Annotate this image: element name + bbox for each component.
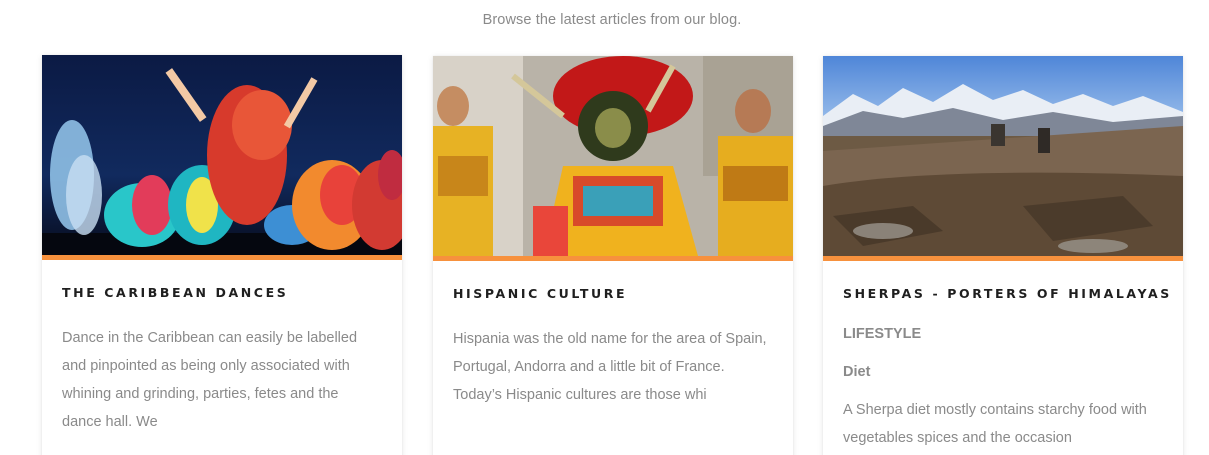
blog-card-caribbean-dances: THE CARIBBEAN DANCES Dance in the Caribb… bbox=[42, 55, 402, 455]
caribbean-dancers-image[interactable] bbox=[42, 55, 402, 255]
post-title-link[interactable]: SHERPAS - PORTERS OF HIMALAYAS bbox=[843, 286, 1169, 301]
card-body: SHERPAS - PORTERS OF HIMALAYAS LIFESTYLE… bbox=[823, 261, 1183, 452]
card-body: THE CARIBBEAN DANCES Dance in the Caribb… bbox=[42, 260, 402, 436]
blog-intro-text: Browse the latest articles from our blog… bbox=[482, 12, 742, 28]
masked-festival-dancer-image[interactable] bbox=[433, 56, 793, 256]
blog-card-sherpas: SHERPAS - PORTERS OF HIMALAYAS LIFESTYLE… bbox=[823, 56, 1183, 455]
himalaya-mountains-image[interactable] bbox=[823, 56, 1183, 256]
post-subsection-heading: Diet bbox=[843, 364, 871, 380]
post-excerpt: Dance in the Caribbean can easily be lab… bbox=[62, 330, 358, 430]
card-body: HISPANIC CULTURE Hispania was the old na… bbox=[433, 261, 793, 409]
post-excerpt: A Sherpa diet mostly contains starchy fo… bbox=[843, 402, 1147, 446]
post-title-link[interactable]: HISPANIC CULTURE bbox=[453, 286, 773, 301]
post-excerpt: Hispania was the old name for the area o… bbox=[453, 331, 767, 403]
blog-page: Browse the latest articles from our blog… bbox=[0, 0, 1209, 455]
blog-card-hispanic-culture: HISPANIC CULTURE Hispania was the old na… bbox=[433, 56, 793, 455]
post-title-link[interactable]: THE CARIBBEAN DANCES bbox=[62, 285, 382, 300]
post-section-heading: LIFESTYLE bbox=[843, 326, 922, 342]
